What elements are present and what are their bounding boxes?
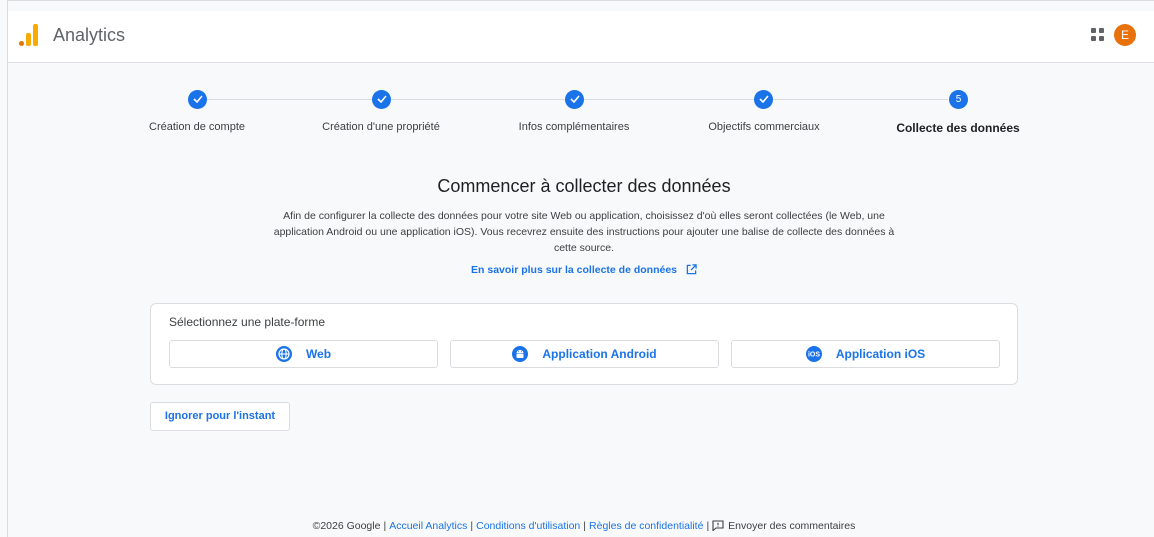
step-connector xyxy=(391,99,566,100)
android-platform-button[interactable]: Application Android xyxy=(450,340,719,368)
platform-selector: Sélectionnez une plate-forme Web Applica… xyxy=(150,303,1018,385)
web-platform-label: Web xyxy=(305,347,332,361)
ios-platform-button[interactable]: iOS Application iOS xyxy=(731,340,1000,368)
footer-copyright: ©2026 Google xyxy=(312,520,381,532)
android-icon xyxy=(512,346,529,362)
learn-more-link[interactable]: En savoir plus sur la collecte de donnée… xyxy=(0,264,1154,278)
svg-text:iOS: iOS xyxy=(808,352,820,359)
web-platform-button[interactable]: Web xyxy=(169,340,438,368)
footer-link-analytics-home[interactable]: Accueil Analytics xyxy=(389,520,467,532)
feedback-icon xyxy=(712,520,724,532)
step-label: Création de compte xyxy=(149,121,245,133)
footer: ©2026 Google | Accueil Analytics | Condition… xyxy=(312,520,856,532)
avatar[interactable]: E xyxy=(1114,24,1136,46)
footer-link-privacy[interactable]: Règles de confidentialité xyxy=(589,520,703,532)
step-label: Infos complémentaires xyxy=(518,121,630,133)
globe-icon xyxy=(275,346,292,362)
step-label-current: Collecte des données xyxy=(896,121,1020,135)
external-link-icon xyxy=(686,264,697,278)
step-3-check-icon xyxy=(565,90,584,109)
step-4-check-icon xyxy=(754,90,773,109)
step-5-number: 5 xyxy=(949,90,968,109)
step-connector xyxy=(584,99,755,100)
skip-button[interactable]: Ignorer pour l'instant xyxy=(150,402,290,431)
setup-stepper: 5 Création de compte Création d'une prop… xyxy=(0,88,1154,138)
learn-more-label: En savoir plus sur la collecte de donnée… xyxy=(471,264,678,276)
page-description: Afin de configurer la collecte des donné… xyxy=(273,210,895,254)
android-platform-label: Application Android xyxy=(542,347,657,361)
app-title: Analytics xyxy=(53,25,126,45)
grid-apps-icon[interactable] xyxy=(1091,28,1105,42)
footer-link-terms[interactable]: Conditions d'utilisation xyxy=(476,520,580,532)
step-label: Création d'une propriété xyxy=(322,121,440,133)
step-1-check-icon xyxy=(188,90,207,109)
analytics-logo-icon xyxy=(19,24,39,46)
ios-icon: iOS xyxy=(805,346,822,362)
ios-platform-label: Application iOS xyxy=(835,347,926,361)
platform-label: Sélectionnez une plate-forme xyxy=(169,315,326,329)
step-connector xyxy=(773,99,948,100)
step-connector xyxy=(207,99,373,100)
feedback-label: Envoyer des commentaires xyxy=(728,520,856,532)
step-2-check-icon xyxy=(372,90,391,109)
step-label: Objectifs commerciaux xyxy=(708,121,820,133)
feedback-link[interactable]: Envoyer des commentaires xyxy=(712,520,855,532)
top-bar: Analytics E xyxy=(8,11,1154,63)
page-title: Commencer à collecter des données xyxy=(437,176,731,196)
